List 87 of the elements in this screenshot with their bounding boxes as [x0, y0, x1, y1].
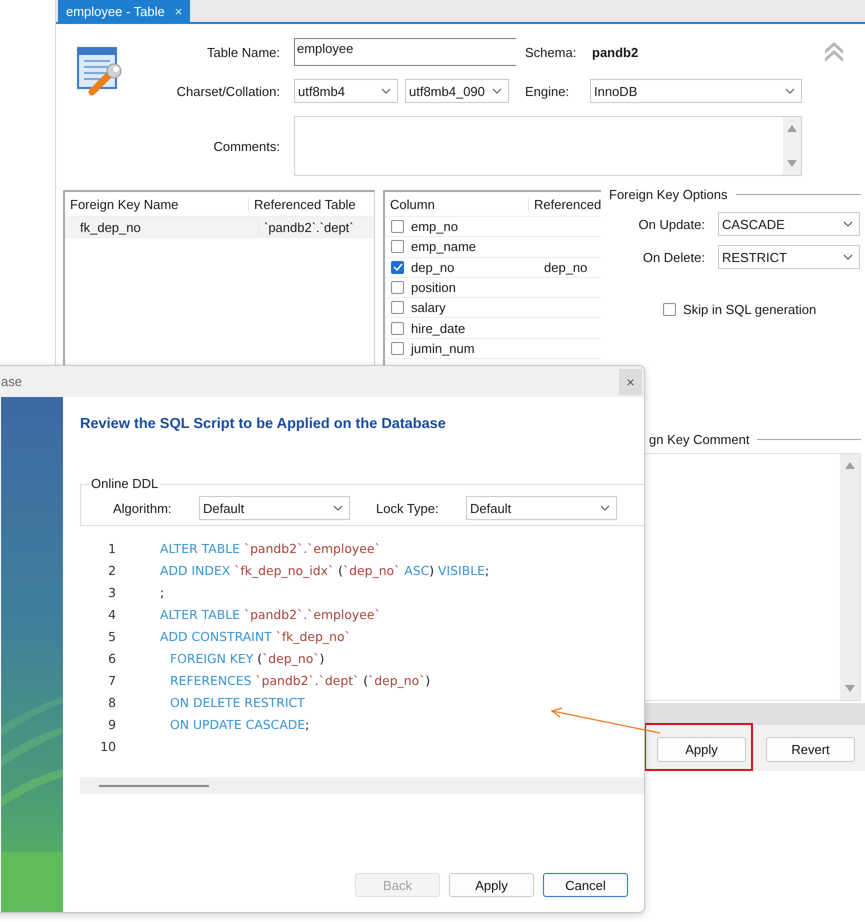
table-cell-text: jumin_num [410, 340, 476, 356]
on-update-label: On Update: [638, 216, 706, 232]
on-update-select[interactable]: CASCADE [718, 212, 860, 236]
algorithm-label: Algorithm: [113, 500, 173, 516]
up-arrow-icon[interactable] [845, 462, 855, 469]
caret-icon [333, 505, 343, 511]
horizontal-scrollbar[interactable] [80, 777, 644, 794]
down-arrow-icon[interactable] [787, 160, 797, 167]
caret-icon [381, 88, 391, 94]
line-number: 9 [107, 716, 116, 732]
charset-select[interactable]: utf8mb4 [294, 79, 398, 103]
code-line: ADD INDEX `fk_dep_no_idx` (`dep_no` ASC) VISIBLE; [160, 562, 490, 578]
table-cell-text: hire_date [410, 320, 466, 336]
collation-select[interactable]: utf8mb4_090 [405, 79, 509, 103]
algorithm-select[interactable]: Default [199, 496, 350, 520]
comments-label: Comments: [212, 138, 281, 154]
caret-icon [600, 505, 610, 511]
footer-button[interactable]: Apply [657, 737, 746, 762]
caret-icon [785, 88, 795, 94]
code-line: ; [160, 584, 164, 600]
on-delete-label: On Delete: [642, 250, 706, 264]
dialog-heading: Review the SQL Script to be Applied on the Database [80, 416, 447, 432]
checkbox[interactable] [391, 281, 404, 294]
code-line: REFERENCES `pandb2`.`dept` (`dep_no`) [170, 672, 430, 688]
close-button[interactable]: × [619, 368, 642, 394]
line-number: 6 [107, 650, 116, 666]
table-wrench-icon [76, 44, 124, 96]
line-number: 2 [107, 562, 116, 578]
line-number: 10 [99, 738, 116, 754]
lock-type-select[interactable]: Default [466, 496, 617, 520]
code-line: FOREIGN KEY (`dep_no`) [170, 650, 324, 666]
dialog-button[interactable]: Cancel [543, 873, 628, 897]
on-delete-select[interactable]: RESTRICT [718, 245, 860, 269]
line-number: 3 [107, 584, 116, 600]
checkbox[interactable] [391, 322, 404, 335]
caret-icon [492, 88, 502, 94]
charset-label: Charset/Collation: [176, 84, 281, 98]
engine-label: Engine: [524, 84, 570, 98]
table-cell-text: emp_no [410, 219, 459, 234]
checkbox[interactable] [391, 301, 404, 314]
table-row[interactable]: fk_dep_no `pandb2`.`dept` [65, 217, 374, 238]
line-number: 1 [107, 540, 116, 556]
table-cell-text: dep_no [543, 260, 588, 275]
code-line: ALTER TABLE `pandb2`.`employee` [160, 606, 381, 622]
line-number: 7 [107, 672, 116, 688]
schema-label: Schema: [524, 44, 578, 60]
footer-button[interactable]: Revert [766, 737, 855, 762]
editor-tab[interactable]: employee - Table × [58, 0, 190, 22]
line-number: 4 [107, 606, 116, 622]
caret-icon [843, 254, 853, 260]
column-header: Foreign Key Name [69, 196, 180, 212]
table-name-label: Table Name: [206, 44, 281, 60]
caret-icon [843, 221, 853, 227]
table-cell-text: emp_name [410, 239, 478, 254]
checkbox[interactable] [663, 303, 676, 316]
checkbox[interactable] [391, 240, 404, 254]
group-title: Online DDL [89, 476, 160, 491]
code-line: ON UPDATE CASCADE; [170, 716, 310, 732]
code-line: ADD CONSTRAINT `fk_dep_no` [160, 628, 351, 644]
column-header: Column [389, 196, 436, 212]
table-name-field[interactable]: employee [294, 38, 516, 66]
checkbox[interactable] [391, 342, 404, 355]
comments-field[interactable] [294, 116, 802, 176]
tab-title: employee - Table [66, 4, 165, 18]
dialog-button[interactable]: Apply [449, 873, 534, 897]
checkbox[interactable] [391, 220, 404, 234]
table-cell-text: position [410, 280, 457, 296]
group-title: gn Key Comment [649, 432, 750, 447]
table-cell-text: fk_dep_no [79, 220, 142, 234]
column-header: Referenced Table [248, 196, 374, 212]
engine-select[interactable]: InnoDB [590, 79, 802, 103]
checkbox-label: Skip in SQL generation [683, 302, 816, 317]
lock-type-label: Lock Type: [376, 500, 440, 516]
table-cell-text: salary [410, 300, 447, 316]
table-cell: `pandb2`.`dept` [258, 220, 374, 234]
schema-value: pandb2 [591, 44, 640, 60]
group-title: Foreign Key Options [609, 187, 728, 202]
code-line: ALTER TABLE `pandb2`.`employee` [160, 540, 381, 556]
down-arrow-icon[interactable] [845, 685, 855, 692]
checkbox[interactable] [391, 260, 404, 274]
dialog-title: ase [1, 374, 22, 389]
line-number: 5 [107, 628, 116, 644]
code-line: ON DELETE RESTRICT [170, 694, 305, 710]
line-number: 8 [107, 694, 116, 710]
table-cell-text: dep_no [410, 260, 456, 275]
up-arrow-icon[interactable] [787, 125, 797, 132]
column-header: Referenced [528, 196, 601, 212]
